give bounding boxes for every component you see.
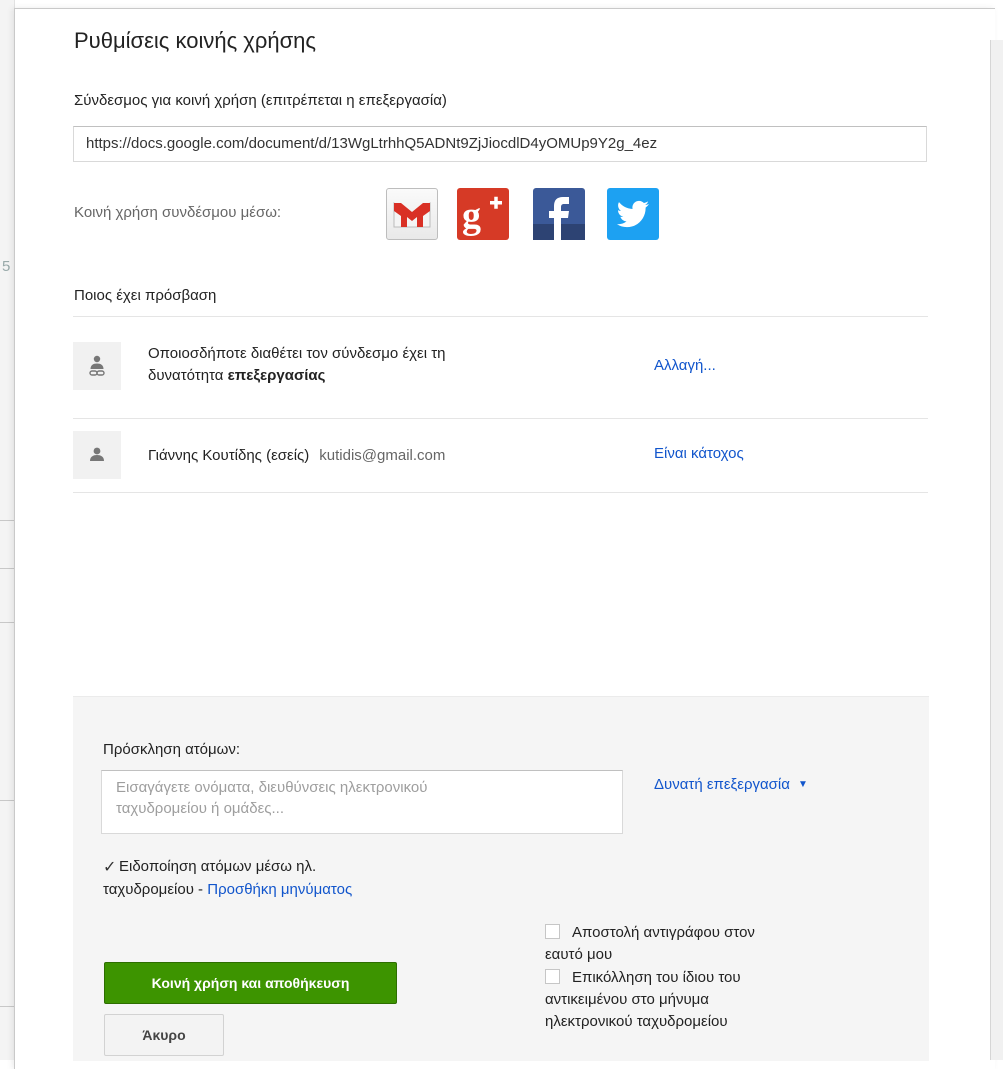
background-divider bbox=[0, 520, 14, 521]
notify-option: ✓ Ειδοποίηση ατόμων μέσω ηλ. ταχυδρομείου… bbox=[103, 856, 523, 901]
send-copy-label: Αποστολή αντιγράφου στον bbox=[572, 924, 755, 941]
owner-email: kutidis@gmail.com bbox=[319, 447, 446, 464]
notify-label-line2: ταχυδρομείου - bbox=[103, 881, 208, 898]
notify-line1: ✓ Ειδοποίηση ατόμων μέσω ηλ. bbox=[103, 856, 523, 879]
facebook-icon[interactable] bbox=[533, 188, 585, 240]
person-icon bbox=[73, 431, 121, 479]
paste-item-line2: αντικειμένου στο μήνυμα bbox=[545, 991, 709, 1008]
paste-item-label: Επικόλληση του ίδιου του bbox=[572, 969, 741, 986]
link-access-prefix: δυνατότητα bbox=[148, 367, 228, 384]
permission-value: Δυνατή επεξεργασία bbox=[654, 776, 790, 793]
send-copy-checkbox[interactable] bbox=[545, 924, 560, 939]
caret-down-icon: ▼ bbox=[797, 779, 808, 790]
divider bbox=[73, 492, 928, 493]
google-plus-icon[interactable]: g bbox=[457, 188, 509, 240]
who-has-access-title: Ποιος έχει πρόσβαση bbox=[74, 287, 217, 304]
send-copy-line2: εαυτό μου bbox=[545, 946, 613, 963]
link-person-icon bbox=[73, 342, 121, 390]
background-divider bbox=[0, 622, 14, 623]
background-divider bbox=[0, 568, 14, 569]
cancel-button[interactable]: Άκυρο bbox=[104, 1014, 224, 1056]
owner-entry: Γιάννης Κουτίδης (εσείς) kutidis@gmail.co… bbox=[148, 445, 445, 467]
dialog-title: Ρυθμίσεις κοινής χρήσης bbox=[74, 28, 317, 53]
invite-people-panel: Πρόσκληση ατόμων: Εισαγάγετε ονόματα, δι… bbox=[73, 696, 929, 1061]
link-access-description: Οποιοσδήποτε διαθέτει τον σύνδεσμο έχει … bbox=[148, 343, 445, 387]
link-access-line1: Οποιοσδήποτε διαθέτει τον σύνδεσμο έχει … bbox=[148, 345, 446, 362]
paste-item-option: Επικόλληση του ίδιου του αντικειμένου στ… bbox=[545, 967, 875, 1033]
share-link-field[interactable]: https://docs.google.com/document/d/13WgL… bbox=[73, 126, 927, 162]
svg-text:g: g bbox=[462, 195, 481, 237]
send-copy-line1: Αποστολή αντιγράφου στον bbox=[545, 922, 875, 944]
paste-item-line1: Επικόλληση του ίδιου του bbox=[545, 967, 875, 989]
change-access-link[interactable]: Αλλαγή... bbox=[654, 357, 716, 374]
owner-name: Γιάννης Κουτίδης (εσείς) bbox=[148, 447, 310, 464]
background-fragment: 5 bbox=[2, 258, 11, 275]
twitter-icon[interactable] bbox=[607, 188, 659, 240]
invite-placeholder-line1: Εισαγάγετε ονόματα, διευθύνσεις ηλεκτρον… bbox=[116, 779, 428, 796]
gmail-icon[interactable] bbox=[386, 188, 438, 240]
notify-checkbox[interactable]: ✓ bbox=[103, 857, 119, 879]
paste-item-line3: ηλεκτρονικού ταχυδρομείου bbox=[545, 1013, 728, 1030]
divider bbox=[73, 418, 928, 419]
paste-item-checkbox[interactable] bbox=[545, 969, 560, 984]
divider bbox=[73, 316, 928, 317]
share-link-label: Σύνδεσμος για κοινή χρήση (επιτρέπεται η… bbox=[74, 92, 447, 109]
background-page: 5 bbox=[0, 0, 15, 1060]
notify-label-line1: Ειδοποίηση ατόμων μέσω ηλ. bbox=[119, 858, 317, 875]
link-access-line2: δυνατότητα επεξεργασίας bbox=[148, 365, 445, 387]
invite-people-label: Πρόσκληση ατόμων: bbox=[103, 741, 241, 758]
dialog-scrollbar[interactable] bbox=[990, 40, 1003, 1060]
add-message-link[interactable]: Προσθήκη μηνύματος bbox=[207, 881, 352, 898]
notify-line2: ταχυδρομείου - Προσθήκη μηνύματος bbox=[103, 879, 523, 901]
send-copy-option: Αποστολή αντιγράφου στον εαυτό μου bbox=[545, 922, 875, 966]
link-access-level: επεξεργασίας bbox=[227, 367, 326, 384]
permission-dropdown[interactable]: Δυνατή επεξεργασία ▼ bbox=[654, 776, 808, 793]
background-divider bbox=[0, 1006, 14, 1007]
owner-role-label: Είναι κάτοχος bbox=[654, 445, 744, 462]
invite-placeholder-line2: ταχυδρομείου ή ομάδες... bbox=[116, 800, 284, 817]
share-and-save-button[interactable]: Κοινή χρήση και αποθήκευση bbox=[104, 962, 397, 1004]
invite-people-input[interactable]: Εισαγάγετε ονόματα, διευθύνσεις ηλεκτρον… bbox=[101, 770, 623, 834]
share-via-label: Κοινή χρήση συνδέσμου μέσω: bbox=[74, 204, 282, 221]
background-divider bbox=[0, 800, 14, 801]
